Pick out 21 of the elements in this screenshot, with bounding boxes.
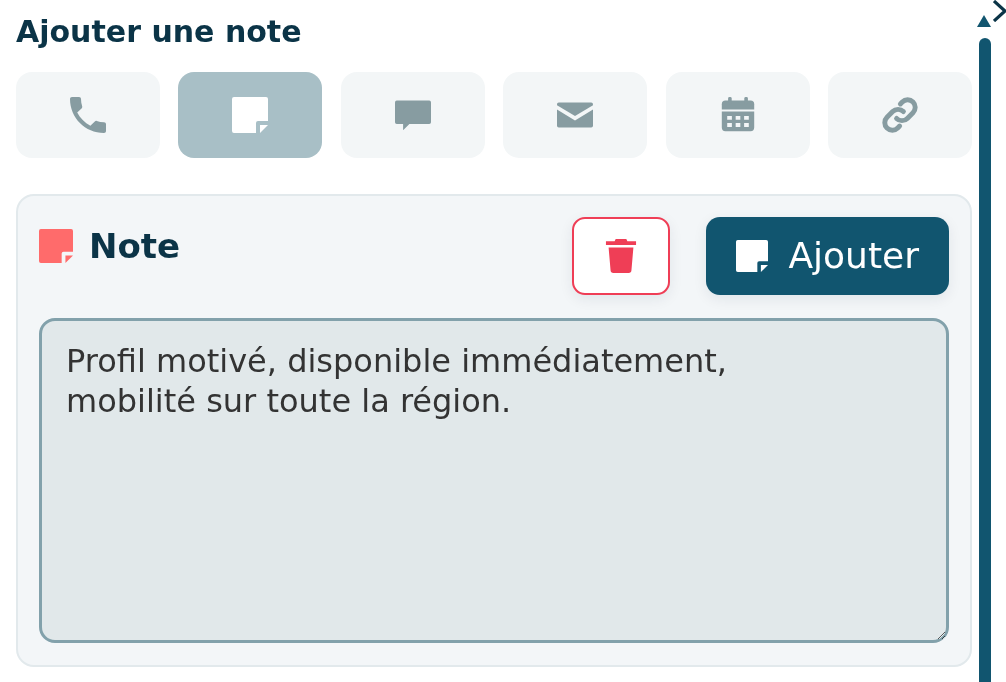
- sticky-note-icon: [736, 240, 769, 272]
- phone-tab[interactable]: [16, 72, 160, 158]
- calendar-icon: [719, 97, 756, 133]
- trash-icon: [604, 239, 639, 273]
- calendar-tab[interactable]: [665, 72, 810, 158]
- sticky-note-icon: [232, 97, 269, 133]
- panel-title: Ajouter une note: [16, 13, 303, 51]
- note-text-field[interactable]: Profil motivé, disponible immédiatement, mobilité sur toute la région.: [39, 318, 949, 643]
- delete-button[interactable]: [572, 217, 671, 295]
- note-heading: Note: [89, 225, 181, 268]
- scrollbar[interactable]: [979, 38, 991, 682]
- sticky-note-icon: [39, 229, 73, 263]
- note-tab[interactable]: [178, 72, 323, 158]
- message-tab[interactable]: [340, 72, 485, 158]
- chain-link-icon: [882, 97, 919, 133]
- phone-icon: [70, 97, 106, 133]
- scroll-up-arrow-icon[interactable]: [977, 15, 991, 27]
- email-tab[interactable]: [503, 72, 648, 158]
- link-tab[interactable]: [828, 72, 973, 158]
- add-button[interactable]: Ajouter: [706, 217, 949, 295]
- close-icon[interactable]: [993, 0, 1006, 22]
